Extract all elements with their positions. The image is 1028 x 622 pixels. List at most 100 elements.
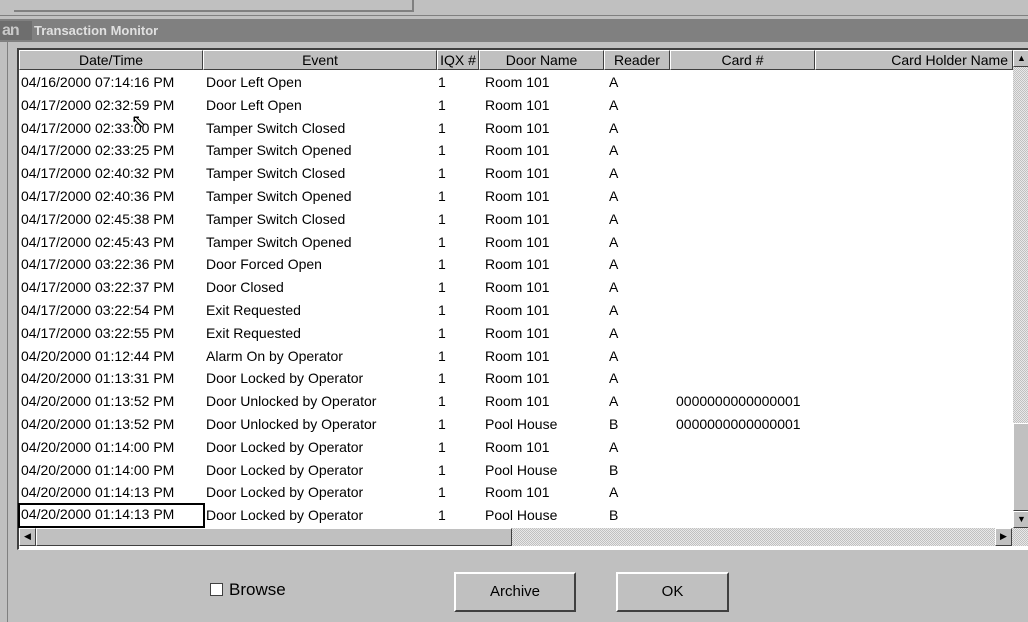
cell-reader: A bbox=[609, 165, 619, 182]
vertical-scrollbar[interactable]: ▲ ▼ bbox=[1013, 50, 1028, 528]
table-row[interactable]: 04/17/2000 02:40:36 PM Tamper Switch Open… bbox=[19, 185, 1009, 208]
cell-iqx: 1 bbox=[438, 461, 446, 478]
scroll-up-button[interactable]: ▲ bbox=[1013, 50, 1028, 67]
cell-reader: A bbox=[609, 210, 619, 227]
table-row[interactable]: 04/17/2000 03:22:54 PM Exit Requested 1 Roo… bbox=[19, 299, 1009, 322]
table-row[interactable]: 04/20/2000 01:14:13 PM Door Locked by Ope… bbox=[19, 481, 1009, 504]
table-row[interactable]: 04/17/2000 02:33:00 PM Tamper Switch Clos… bbox=[19, 117, 1009, 140]
cell-reader: A bbox=[609, 119, 619, 136]
column-header-door-name[interactable]: Door Name bbox=[479, 50, 604, 70]
table-row[interactable]: 04/17/2000 02:33:25 PM Tamper Switch Open… bbox=[19, 139, 1009, 162]
browse-checkbox[interactable]: Browse bbox=[210, 580, 286, 600]
left-frame bbox=[0, 40, 8, 622]
cell-door-name: Room 101 bbox=[485, 233, 550, 250]
cell-iqx: 1 bbox=[438, 393, 446, 410]
cell-iqx: 1 bbox=[438, 210, 446, 227]
scroll-right-button[interactable]: ▶ bbox=[995, 528, 1012, 546]
column-header-card-holder-name[interactable]: Card Holder Name bbox=[815, 50, 1013, 70]
column-header-reader[interactable]: Reader bbox=[604, 50, 670, 70]
table-row[interactable]: 04/20/2000 01:14:13 PM Door Locked by Ope… bbox=[18, 503, 1009, 529]
cell-door-name: Room 101 bbox=[485, 119, 550, 136]
window-titlebar: an Transaction Monitor bbox=[0, 19, 1028, 42]
arrow-up-icon: ▲ bbox=[1017, 53, 1026, 63]
scroll-left-button[interactable]: ◀ bbox=[19, 528, 36, 546]
top-strip-segment bbox=[14, 0, 414, 12]
cell-datetime: 04/20/2000 01:14:00 PM bbox=[21, 461, 175, 478]
ok-button[interactable]: OK bbox=[616, 572, 729, 612]
table-row[interactable]: 04/17/2000 03:22:55 PM Exit Requested 1 Roo… bbox=[19, 322, 1009, 345]
cell-reader: A bbox=[609, 347, 619, 364]
table-row[interactable]: 04/17/2000 03:22:36 PM Door Forced Open 1 R… bbox=[19, 253, 1009, 276]
cell-event: Tamper Switch Opened bbox=[206, 233, 352, 250]
cell-event: Door Locked by Operator bbox=[206, 438, 364, 455]
cell-reader: B bbox=[609, 415, 619, 432]
cell-datetime: 04/20/2000 01:14:00 PM bbox=[21, 438, 175, 455]
cell-door-name: Room 101 bbox=[485, 165, 550, 182]
cell-iqx: 1 bbox=[438, 119, 446, 136]
cell-iqx: 1 bbox=[438, 233, 446, 250]
cell-door-name: Room 101 bbox=[485, 96, 550, 113]
cell-datetime: 04/20/2000 01:13:31 PM bbox=[21, 370, 175, 387]
cell-datetime: 04/20/2000 01:14:13 PM bbox=[21, 484, 175, 501]
cell-iqx: 1 bbox=[438, 507, 446, 524]
table-row[interactable]: 04/17/2000 03:22:37 PM Door Closed 1 Room 1… bbox=[19, 276, 1009, 299]
table-row[interactable]: 04/20/2000 01:14:00 PM Door Locked by Ope… bbox=[19, 436, 1009, 459]
cell-datetime: 04/17/2000 02:45:38 PM bbox=[21, 210, 175, 227]
column-header-iqx[interactable]: IQX # bbox=[437, 50, 479, 70]
cell-event: Tamper Switch Closed bbox=[206, 119, 346, 136]
table-row[interactable]: 04/17/2000 02:40:32 PM Tamper Switch Clos… bbox=[19, 162, 1009, 185]
table-row[interactable]: 04/20/2000 01:13:31 PM Door Locked by Ope… bbox=[19, 367, 1009, 390]
cell-reader: A bbox=[609, 142, 619, 159]
table-row[interactable]: 04/16/2000 07:14:16 PM Door Left Open 1 Roo… bbox=[19, 71, 1009, 94]
column-header-datetime[interactable]: Date/Time bbox=[19, 50, 203, 70]
cell-door-name: Room 101 bbox=[485, 142, 550, 159]
arrow-right-icon: ▶ bbox=[1000, 531, 1007, 541]
cell-reader: B bbox=[609, 507, 619, 524]
cell-door-name: Room 101 bbox=[485, 347, 550, 364]
cell-reader: A bbox=[609, 74, 619, 90]
arrow-down-icon: ▼ bbox=[1017, 514, 1026, 524]
horizontal-scroll-thumb[interactable] bbox=[36, 528, 512, 546]
cell-datetime: 04/20/2000 01:14:13 PM bbox=[18, 503, 205, 529]
cell-iqx: 1 bbox=[438, 301, 446, 318]
cell-iqx: 1 bbox=[438, 347, 446, 364]
scroll-down-button[interactable]: ▼ bbox=[1013, 511, 1028, 528]
cell-reader: A bbox=[609, 279, 619, 296]
cell-door-name: Room 101 bbox=[485, 393, 550, 410]
table-row[interactable]: 04/20/2000 01:14:00 PM Door Locked by Ope… bbox=[19, 459, 1009, 482]
cell-event: Door Locked by Operator bbox=[206, 484, 364, 501]
cell-datetime: 04/16/2000 07:14:16 PM bbox=[21, 74, 175, 90]
cell-iqx: 1 bbox=[438, 324, 446, 341]
browse-label: Browse bbox=[229, 580, 286, 599]
cell-door-name: Room 101 bbox=[485, 74, 550, 90]
mouse-cursor-icon: ⇖ bbox=[131, 111, 147, 131]
cell-datetime: 04/17/2000 02:33:25 PM bbox=[21, 142, 175, 159]
column-header-event[interactable]: Event bbox=[203, 50, 437, 70]
table-row[interactable]: 04/20/2000 01:13:52 PM Door Unlocked by O… bbox=[19, 390, 1009, 413]
cell-event: Tamper Switch Closed bbox=[206, 165, 346, 182]
cell-iqx: 1 bbox=[438, 256, 446, 273]
cell-card: 0000000000000001 bbox=[676, 415, 801, 432]
cell-event: Door Locked by Operator bbox=[206, 507, 364, 524]
table-row[interactable]: 04/17/2000 02:45:38 PM Tamper Switch Clos… bbox=[19, 208, 1009, 231]
horizontal-scrollbar[interactable]: ◀ ▶ bbox=[19, 528, 1028, 546]
cell-datetime: 04/17/2000 02:33:00 PM bbox=[21, 119, 175, 136]
table-row[interactable]: 04/17/2000 02:32:59 PM Door Left Open 1 Roo… bbox=[19, 94, 1009, 117]
cell-door-name: Room 101 bbox=[485, 438, 550, 455]
top-strip bbox=[0, 0, 1028, 16]
table-row[interactable]: 04/20/2000 01:12:44 PM Alarm On by Operat… bbox=[19, 345, 1009, 368]
cell-event: Exit Requested bbox=[206, 324, 301, 341]
cell-datetime: 04/17/2000 02:40:36 PM bbox=[21, 187, 175, 204]
table-row[interactable]: 04/20/2000 01:13:52 PM Door Unlocked by O… bbox=[19, 413, 1009, 436]
table-row[interactable]: 04/17/2000 02:45:43 PM Tamper Switch Open… bbox=[19, 231, 1009, 254]
vertical-scroll-thumb[interactable] bbox=[1013, 423, 1028, 511]
archive-button[interactable]: Archive bbox=[454, 572, 576, 612]
cell-reader: A bbox=[609, 393, 619, 410]
cell-reader: A bbox=[609, 301, 619, 318]
checkbox-icon[interactable] bbox=[210, 583, 223, 596]
cell-event: Door Locked by Operator bbox=[206, 461, 364, 478]
cell-event: Door Left Open bbox=[206, 96, 302, 113]
column-header-card[interactable]: Card # bbox=[670, 50, 815, 70]
cell-datetime: 04/17/2000 02:32:59 PM bbox=[21, 96, 175, 113]
transaction-grid[interactable]: Date/Time Event IQX # Door Name Reader C… bbox=[17, 48, 1028, 550]
